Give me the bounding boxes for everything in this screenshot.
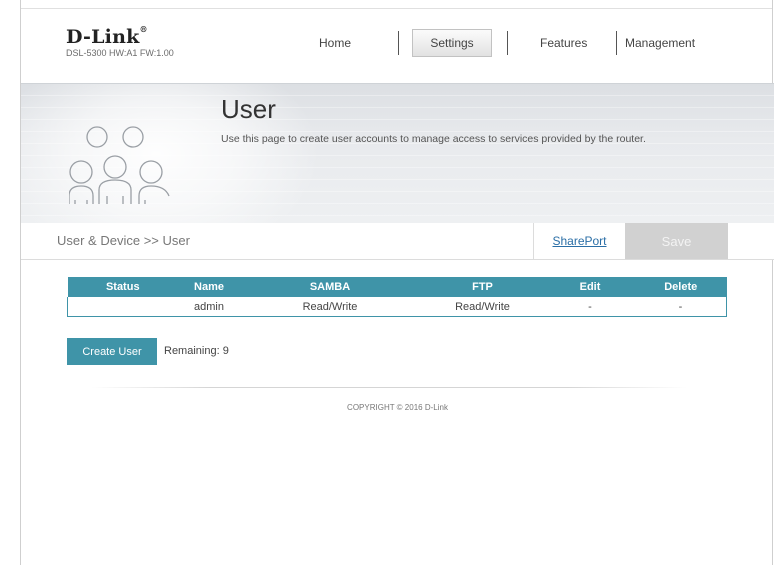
users-group-icon (69, 126, 170, 204)
dlink-logo: D-Link® (66, 24, 148, 48)
breadcrumb-bar: User & Device >> User SharePort Save (21, 223, 774, 260)
column-header-name: Name (178, 277, 240, 297)
save-button[interactable]: Save (625, 223, 728, 259)
edit-button[interactable]: - (545, 297, 635, 317)
column-header-samba: SAMBA (240, 277, 420, 297)
nav-settings[interactable]: Settings (412, 29, 492, 57)
cell-name: admin (178, 297, 240, 317)
nav-features[interactable]: Features (540, 36, 587, 50)
breadcrumb: User & Device >> User (57, 233, 190, 248)
users-table: Status Name SAMBA FTP Edit Delete admin … (67, 277, 727, 317)
column-header-status: Status (67, 277, 178, 297)
nav-separator (398, 31, 399, 55)
nav-home[interactable]: Home (319, 36, 351, 50)
remaining-count: Remaining: 9 (164, 345, 229, 357)
column-header-delete: Delete (635, 277, 727, 297)
router-admin-page: D-Link® DSL-5300 HW:A1 FW:1.00 Home Sett… (20, 0, 774, 565)
cell-ftp: Read/Write (420, 297, 545, 317)
top-strip (21, 0, 772, 9)
shareport-link[interactable]: SharePort (533, 223, 625, 259)
footer-divider (91, 387, 687, 388)
column-header-ftp: FTP (420, 277, 545, 297)
table-header-row: Status Name SAMBA FTP Edit Delete (67, 277, 727, 297)
table-row: admin Read/Write Read/Write - - (67, 297, 727, 317)
copyright-text: COPYRIGHT © 2016 D-Link (347, 403, 448, 412)
page-banner: User Use this page to create user accoun… (21, 83, 774, 225)
cell-status (67, 297, 178, 317)
cell-samba: Read/Write (240, 297, 420, 317)
nav-management[interactable]: Management (625, 36, 695, 50)
column-header-edit: Edit (545, 277, 635, 297)
model-info: DSL-5300 HW:A1 FW:1.00 (66, 48, 174, 58)
delete-button[interactable]: - (635, 297, 727, 317)
nav-separator (616, 31, 617, 55)
page-description: Use this page to create user accounts to… (221, 133, 646, 145)
nav-separator (507, 31, 508, 55)
page-title: User (221, 94, 276, 124)
create-user-button[interactable]: Create User (67, 338, 157, 365)
